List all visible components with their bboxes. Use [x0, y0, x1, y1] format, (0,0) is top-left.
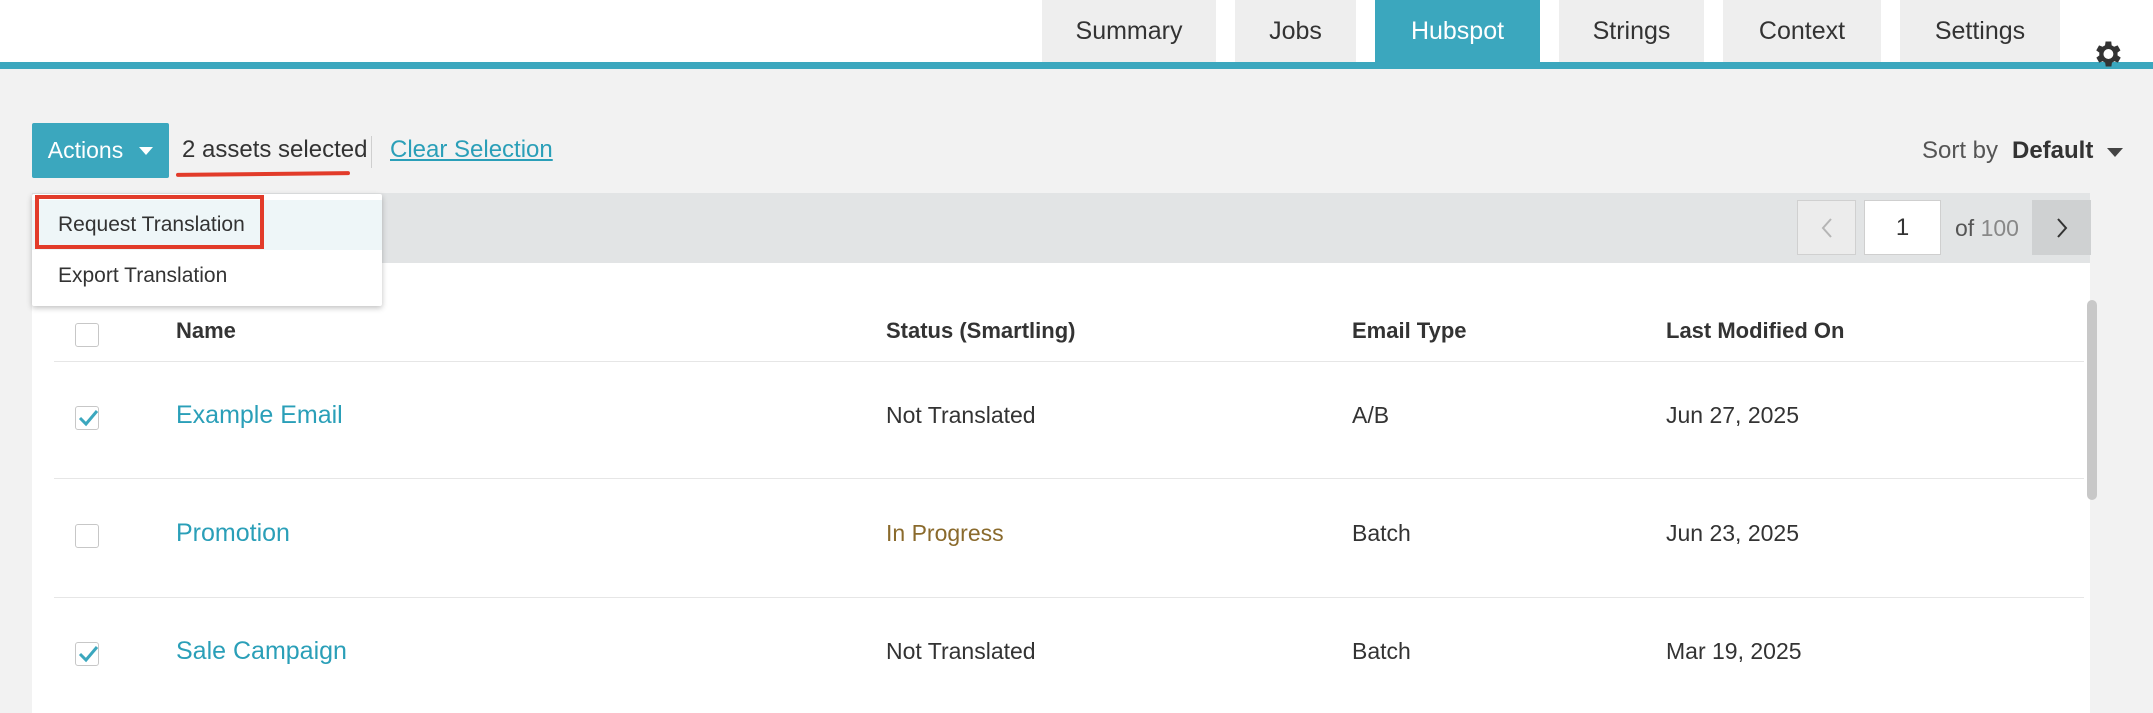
header-status[interactable]: Status (Smartling) [886, 318, 1075, 344]
caret-down-icon [139, 146, 154, 155]
page-of-text: of [1955, 215, 1975, 241]
prev-page-button[interactable] [1797, 200, 1856, 255]
sort-caret-down-icon[interactable] [2107, 148, 2123, 157]
asset-status-in-progress: In Progress [886, 520, 1004, 546]
actions-button[interactable]: Actions [32, 123, 169, 178]
chevron-right-icon [2056, 217, 2067, 238]
tab-summary[interactable]: Summary [1042, 0, 1216, 62]
row-divider [54, 478, 2084, 479]
sort-value-dropdown[interactable]: Default [2012, 137, 2093, 165]
tab-jobs[interactable]: Jobs [1235, 0, 1356, 62]
asset-email-type: A/B [1352, 402, 1390, 428]
page-number-input[interactable] [1864, 200, 1941, 255]
asset-status: Not Translated [886, 638, 1036, 664]
header-last-modified[interactable]: Last Modified On [1666, 318, 1844, 344]
asset-email-type: Batch [1352, 520, 1411, 546]
annotation-highlight-box [35, 195, 264, 249]
clear-selection-link[interactable]: Clear Selection [390, 136, 553, 164]
chevron-left-icon [1821, 217, 1832, 238]
toolbar-divider [371, 136, 372, 168]
header-divider [54, 361, 2084, 362]
asset-last-modified: Jun 27, 2025 [1666, 402, 1800, 428]
page-total-number: 100 [1980, 215, 2019, 241]
selected-count-text: 2 assets selected [182, 136, 368, 163]
row-divider [54, 597, 2084, 598]
page-total-label: of 100 [1955, 215, 2019, 242]
next-page-button[interactable] [2032, 200, 2091, 255]
tab-hubspot[interactable]: Hubspot [1375, 0, 1540, 63]
asset-name-link[interactable]: Promotion [176, 519, 290, 548]
asset-last-modified: Jun 23, 2025 [1666, 520, 1800, 546]
tab-context[interactable]: Context [1723, 0, 1881, 62]
checkmark-icon [78, 410, 99, 427]
header-name[interactable]: Name [176, 318, 236, 344]
gear-icon[interactable] [2090, 37, 2124, 71]
annotation-underline [175, 171, 351, 177]
row-checkbox-promotion[interactable] [75, 524, 99, 548]
row-checkbox-sale-campaign[interactable] [75, 642, 99, 666]
tab-strings[interactable]: Strings [1559, 0, 1704, 62]
sort-by-label: Sort by [1922, 137, 1999, 164]
asset-name-link[interactable]: Sale Campaign [176, 637, 347, 666]
table-scrollbar[interactable] [2087, 300, 2097, 500]
asset-name-link[interactable]: Example Email [176, 401, 343, 430]
checkmark-icon [78, 646, 99, 663]
top-bar-accent-line [0, 62, 2153, 69]
tab-settings[interactable]: Settings [1900, 0, 2060, 62]
actions-button-label: Actions [47, 137, 124, 163]
select-all-checkbox[interactable] [75, 323, 99, 347]
menu-item-export-translation[interactable]: Export Translation [32, 251, 382, 301]
asset-status: Not Translated [886, 402, 1036, 428]
header-email-type[interactable]: Email Type [1352, 318, 1467, 344]
asset-email-type: Batch [1352, 638, 1411, 664]
asset-last-modified: Mar 19, 2025 [1666, 638, 1802, 664]
row-checkbox-example-email[interactable] [75, 406, 99, 430]
